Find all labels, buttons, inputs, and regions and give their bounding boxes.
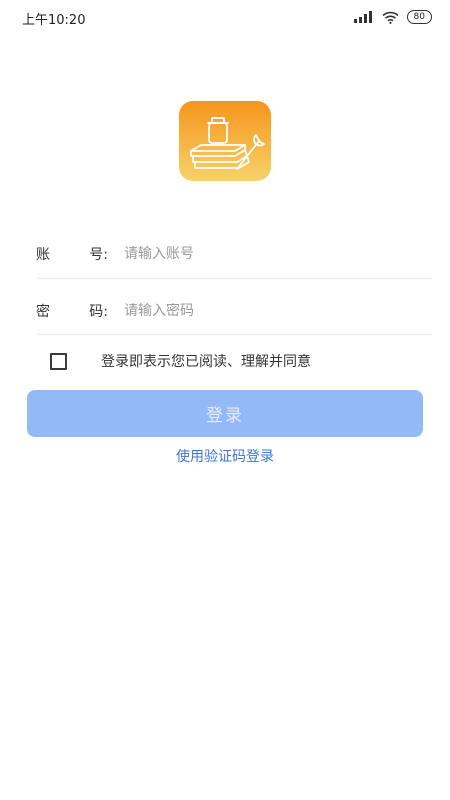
agreement-text: 登录即表示您已阅读、理解并同意	[101, 354, 311, 370]
account-label: 账 号:	[36, 247, 108, 263]
divider	[36, 278, 432, 279]
password-label: 密 码:	[36, 304, 108, 320]
signal-icon	[353, 11, 374, 23]
login-button[interactable]: 登录	[27, 390, 423, 437]
agreement-checkbox[interactable]	[50, 353, 67, 370]
sms-login-link[interactable]: 使用验证码登录	[0, 446, 450, 466]
password-row: 密 码:	[36, 291, 432, 331]
wifi-icon	[382, 11, 399, 24]
divider	[36, 334, 432, 335]
status-bar: 上午10:20 80	[0, 0, 450, 34]
status-time: 上午10:20	[22, 13, 86, 28]
account-input[interactable]	[124, 246, 432, 262]
account-row: 账 号:	[36, 234, 432, 274]
battery-icon: 80	[406, 10, 432, 24]
status-icons: 80	[353, 10, 432, 24]
books-and-wrench-logo	[179, 101, 271, 181]
password-input[interactable]	[124, 303, 432, 319]
